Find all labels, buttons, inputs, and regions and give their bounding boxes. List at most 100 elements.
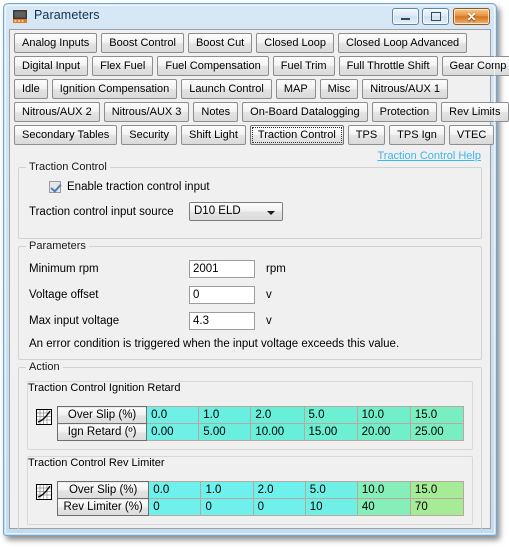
tab-flex-fuel[interactable]: Flex Fuel	[92, 56, 154, 76]
tab-boost-cut[interactable]: Boost Cut	[187, 33, 253, 53]
map-cell[interactable]: 15.0	[409, 406, 465, 424]
maximize-button[interactable]	[422, 8, 449, 25]
traction-control-source-value: D10 ELD	[194, 205, 241, 217]
map-cell[interactable]: 0	[252, 498, 306, 516]
tab-nitrous-aux-1[interactable]: Nitrous/AUX 1	[362, 79, 448, 99]
tab-fuel-trim[interactable]: Fuel Trim	[272, 56, 335, 76]
minimize-button[interactable]	[392, 8, 419, 25]
map-row-header[interactable]: Ign Retard (º)	[56, 423, 148, 441]
ignition-retard-table[interactable]: Over Slip (%) 0.0 1.0 2.0 5.0 10.0 15.0 Ign Ret…	[56, 406, 465, 441]
tab-nitrous-aux-3[interactable]: Nitrous/AUX 3	[103, 102, 190, 122]
rev-limiter-table[interactable]: Over Slip (%) 0.0 1.0 2.0 5.0 10.0 15.0 Rev Lim…	[56, 481, 465, 516]
ignition-retard-group: Traction Control Ignition Retard Over Sl…	[27, 381, 473, 450]
rev-limiter-group: Traction Control Rev Limiter Over Slip (…	[27, 456, 473, 525]
tab-rev-limits[interactable]: Rev Limits	[441, 102, 509, 122]
tab-row-5: Secondary Tables Security Shift Light Tract…	[10, 125, 495, 148]
table-row: Rev Limiter (%) 0 0 0 10 40 70	[56, 498, 465, 516]
tab-protection[interactable]: Protection	[371, 102, 438, 122]
tab-strip: Analog Inputs Boost Control Boost Cut Close…	[10, 30, 509, 148]
traction-control-source-label: Traction control input source	[29, 205, 174, 218]
traction-control-help-link[interactable]: Traction Control Help	[377, 150, 481, 162]
max-input-voltage-input[interactable]	[189, 312, 255, 330]
close-icon: ✕	[466, 9, 477, 24]
map-cell[interactable]: 10.00	[250, 423, 305, 441]
tab-closed-loop-advanced[interactable]: Closed Loop Advanced	[338, 33, 468, 53]
tab-digital-input[interactable]: Digital Input	[14, 56, 89, 76]
parameter-label: Minimum rpm	[29, 263, 99, 275]
map-cell[interactable]: 0	[200, 498, 254, 516]
map-grid-icon[interactable]	[36, 484, 52, 500]
tab-on-board-datalogging[interactable]: On-Board Datalogging	[242, 102, 368, 122]
map-cell[interactable]: 15.00	[303, 423, 358, 441]
map-cell[interactable]: 0.0	[146, 406, 200, 424]
map-cell[interactable]: 10.0	[356, 406, 411, 424]
tab-full-throttle-shift[interactable]: Full Throttle Shift	[338, 56, 438, 76]
map-row-header[interactable]: Over Slip (%)	[56, 481, 150, 499]
map-cell[interactable]: 70	[409, 498, 465, 516]
tab-idle[interactable]: Idle	[14, 79, 48, 99]
map-cell[interactable]: 20.00	[356, 423, 411, 441]
map-cell[interactable]: 0.00	[146, 423, 200, 441]
parameters-window: Parameters ✕ Analog Inputs Boost Control B…	[3, 3, 509, 536]
tab-launch-control[interactable]: Launch Control	[181, 79, 272, 99]
window-title: Parameters	[34, 8, 100, 22]
map-cell[interactable]: 40	[356, 498, 411, 516]
tab-tps-ign[interactable]: TPS Ign	[389, 125, 445, 145]
device-icon	[13, 10, 27, 23]
tab-traction-control[interactable]: Traction Control	[249, 125, 344, 145]
parameter-label: Voltage offset	[29, 289, 99, 301]
tab-gear-comp[interactable]: Gear Comp	[441, 56, 509, 76]
action-group: Action Traction Control Ignition Retard	[18, 361, 482, 534]
map-row-header[interactable]: Rev Limiter (%)	[56, 498, 150, 516]
tab-row-1: Analog Inputs Boost Control Boost Cut Close…	[10, 33, 490, 56]
map-cell[interactable]: 5.00	[198, 423, 252, 441]
map-grid-icon[interactable]	[36, 409, 52, 425]
map-cell[interactable]: 2.0	[250, 406, 305, 424]
traction-control-source-select[interactable]: D10 ELD	[189, 202, 283, 221]
rev-limiter-map: Over Slip (%) 0.0 1.0 2.0 5.0 10.0 15.0 Rev Lim…	[36, 481, 465, 516]
title-bar: Parameters ✕	[4, 4, 496, 29]
map-cell[interactable]: 15.0	[409, 481, 465, 499]
client-area: Analog Inputs Boost Control Boost Cut Close…	[9, 29, 509, 534]
tab-fuel-compensation[interactable]: Fuel Compensation	[157, 56, 269, 76]
map-row-header[interactable]: Over Slip (%)	[56, 406, 148, 424]
parameter-unit: rpm	[266, 263, 286, 275]
table-row: Over Slip (%) 0.0 1.0 2.0 5.0 10.0 15.0	[56, 481, 465, 499]
map-cell[interactable]: 2.0	[252, 481, 306, 499]
parameter-row: Voltage offset v	[29, 286, 471, 304]
map-cell[interactable]: 1.0	[198, 406, 252, 424]
minimum-rpm-input[interactable]	[189, 260, 255, 278]
tab-misc[interactable]: Misc	[319, 79, 359, 99]
map-cell[interactable]: 25.00	[409, 423, 465, 441]
tab-shift-light[interactable]: Shift Light	[181, 125, 246, 145]
tab-vtec[interactable]: VTEC	[448, 125, 495, 145]
enable-traction-control-checkbox[interactable]	[49, 181, 61, 193]
enable-traction-control-label: Enable traction control input	[67, 181, 210, 193]
voltage-offset-input[interactable]	[189, 286, 255, 304]
traction-control-page: Traction Control Help Traction Control E…	[10, 148, 490, 534]
traction-control-group-title: Traction Control	[26, 161, 110, 173]
parameters-group-title: Parameters	[26, 240, 89, 252]
tab-secondary-tables[interactable]: Secondary Tables	[14, 125, 118, 145]
tab-security[interactable]: Security	[121, 125, 177, 145]
map-cell[interactable]: 10.0	[356, 481, 411, 499]
tab-nitrous-aux-2[interactable]: Nitrous/AUX 2	[14, 102, 100, 122]
map-cell[interactable]: 0	[148, 498, 202, 516]
enable-traction-control-row[interactable]: Enable traction control input	[49, 181, 471, 193]
map-cell[interactable]: 1.0	[200, 481, 254, 499]
tab-tps[interactable]: TPS	[347, 125, 386, 145]
map-cell[interactable]: 5.0	[303, 406, 358, 424]
map-cell[interactable]: 5.0	[304, 481, 358, 499]
map-cell[interactable]: 0.0	[148, 481, 202, 499]
parameter-label: Max input voltage	[29, 315, 120, 327]
tab-notes[interactable]: Notes	[193, 102, 239, 122]
parameter-row: Minimum rpm rpm	[29, 260, 471, 278]
tab-boost-control[interactable]: Boost Control	[101, 33, 184, 53]
parameter-row: Max input voltage v	[29, 312, 471, 330]
tab-analog-inputs[interactable]: Analog Inputs	[14, 33, 98, 53]
tab-ignition-compensation[interactable]: Ignition Compensation	[51, 79, 178, 99]
tab-closed-loop[interactable]: Closed Loop	[256, 33, 335, 53]
map-cell[interactable]: 10	[304, 498, 358, 516]
close-button[interactable]: ✕	[453, 8, 490, 25]
tab-map[interactable]: MAP	[275, 79, 316, 99]
